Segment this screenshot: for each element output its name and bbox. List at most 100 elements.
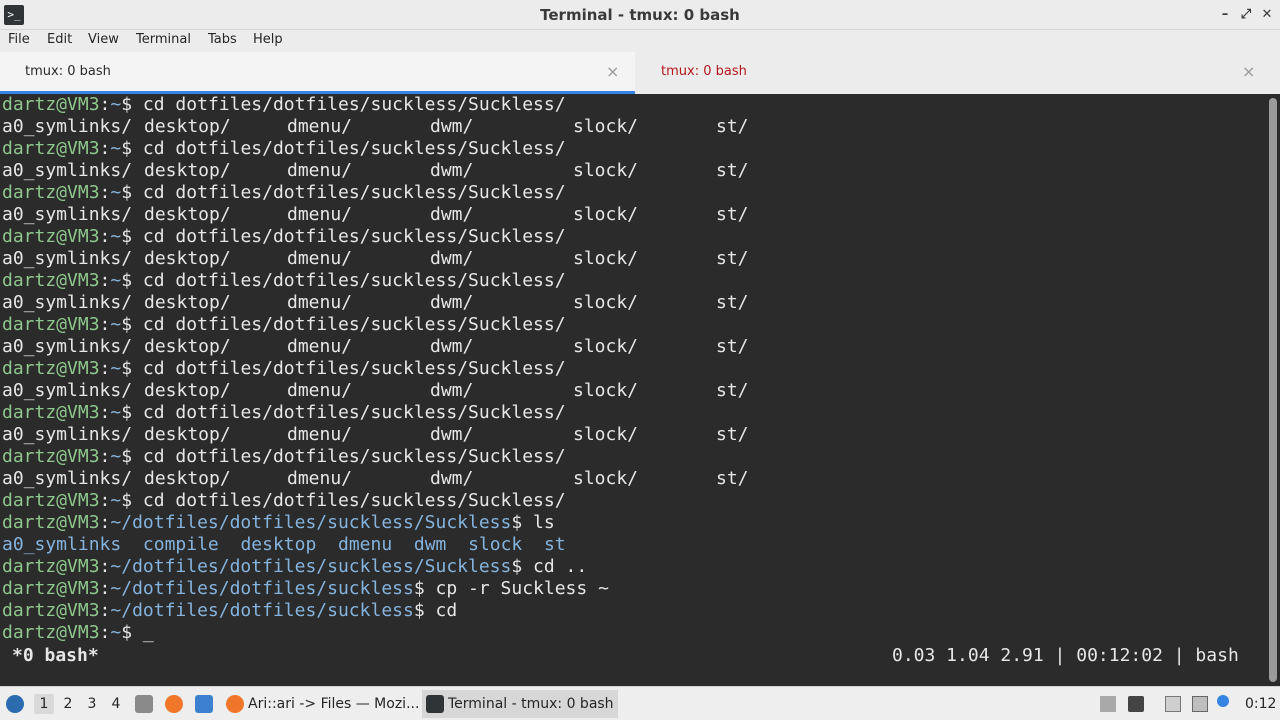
minimize-button[interactable]: – xyxy=(1214,0,1236,30)
completion-item: dwm/ xyxy=(430,424,474,445)
prompt-symbol: $ xyxy=(121,402,143,423)
command-text: cd dotfiles/dotfiles/suckless/Suckless/ xyxy=(142,182,566,203)
completion-output: a0_symlinks/desktop/dmenu/dwm/slock/st/ xyxy=(0,468,1266,490)
terminal-output[interactable]: dartz@VM3:~$ cd dotfiles/dotfiles/suckle… xyxy=(0,94,1266,686)
taskbar: 1 2 3 4 Ari::ari -> Files — Mozi... Term… xyxy=(0,686,1280,720)
prompt-user: dartz@VM3 xyxy=(2,512,100,533)
tab-2-label: tmux: 0 bash xyxy=(661,64,747,79)
completion-item: a0_symlinks/ xyxy=(2,424,133,445)
command-text: cd dotfiles/dotfiles/suckless/Suckless/ xyxy=(142,226,566,247)
task-terminal[interactable]: Terminal - tmux: 0 bash xyxy=(422,690,618,718)
completion-item: slock/ xyxy=(573,204,639,225)
menu-file[interactable]: File xyxy=(8,30,30,50)
ls-entry: dwm xyxy=(413,534,447,555)
close-button[interactable]: ✕ xyxy=(1256,0,1278,30)
completion-item: dmenu/ xyxy=(287,336,353,357)
prompt-line: dartz@VM3:~$ cd dotfiles/dotfiles/suckle… xyxy=(2,138,566,160)
prompt-line: dartz@VM3:~$ cd dotfiles/dotfiles/suckle… xyxy=(2,226,566,248)
completion-item: desktop/ xyxy=(144,116,231,137)
prompt-line: dartz@VM3:~$ cd dotfiles/dotfiles/suckle… xyxy=(2,314,566,336)
prompt-path: ~ xyxy=(110,182,122,203)
completion-item: dmenu/ xyxy=(287,292,353,313)
completion-item: dwm/ xyxy=(430,336,474,357)
task-firefox-label: Ari::ari -> Files — Mozi... xyxy=(248,696,420,712)
command-text: cp -r Suckless ~ xyxy=(435,578,609,599)
command-text: ls xyxy=(533,512,555,533)
prompt-separator: : xyxy=(99,578,111,599)
menu-view[interactable]: View xyxy=(88,30,119,50)
completion-item: dmenu/ xyxy=(287,468,353,489)
completion-item: dwm/ xyxy=(430,468,474,489)
prompt-path: ~ xyxy=(110,270,122,291)
tab-1[interactable]: tmux: 0 bash × xyxy=(0,52,635,94)
clock[interactable]: 0:12 xyxy=(1245,687,1276,720)
firefox-icon xyxy=(226,695,244,713)
prompt-line: dartz@VM3:~$ cd dotfiles/dotfiles/suckle… xyxy=(2,402,566,424)
tab-1-close-icon[interactable]: × xyxy=(606,52,619,92)
completion-item: desktop/ xyxy=(144,204,231,225)
workspace-1[interactable]: 1 xyxy=(34,694,54,714)
prompt-line: dartz@VM3:~$ cd dotfiles/dotfiles/suckle… xyxy=(2,94,566,116)
prompt-separator: : xyxy=(99,490,111,511)
prompt-path: ~ xyxy=(110,446,122,467)
workspace-4[interactable]: 4 xyxy=(106,694,126,714)
completion-item: slock/ xyxy=(573,248,639,269)
scrollbar-thumb[interactable] xyxy=(1269,98,1277,682)
completion-item: dmenu/ xyxy=(287,380,353,401)
completion-item: slock/ xyxy=(573,292,639,313)
completion-item: dmenu/ xyxy=(287,116,353,137)
command-text: _ xyxy=(142,622,154,643)
prompt-user: dartz@VM3 xyxy=(2,446,100,467)
workspace-3[interactable]: 3 xyxy=(82,694,102,714)
completion-item: a0_symlinks/ xyxy=(2,468,133,489)
completion-item: desktop/ xyxy=(144,380,231,401)
notification-icon[interactable] xyxy=(1217,695,1229,707)
completion-item: st/ xyxy=(716,116,749,137)
menu-tabs[interactable]: Tabs xyxy=(208,30,237,50)
completion-item: st/ xyxy=(716,204,749,225)
start-menu-icon[interactable] xyxy=(6,695,24,713)
completion-output: a0_symlinks/desktop/dmenu/dwm/slock/st/ xyxy=(0,204,1266,226)
completion-item: desktop/ xyxy=(144,468,231,489)
ls-output: a0_symlinks compile desktop dmenu dwm sl… xyxy=(2,534,566,556)
tab-2-close-icon[interactable]: × xyxy=(1242,52,1255,92)
prompt-path: ~ xyxy=(110,138,122,159)
prompt-line: dartz@VM3:~$ cd dotfiles/dotfiles/suckle… xyxy=(2,182,566,204)
prompt-separator: : xyxy=(99,226,111,247)
command-text: cd .. xyxy=(533,556,588,577)
completion-output: a0_symlinks/desktop/dmenu/dwm/slock/st/ xyxy=(0,292,1266,314)
prompt-line: dartz@VM3:~$ cd dotfiles/dotfiles/suckle… xyxy=(2,446,566,468)
network-icon[interactable] xyxy=(1192,696,1208,712)
prompt-path: ~ xyxy=(110,490,122,511)
show-desktop-icon[interactable] xyxy=(195,695,213,713)
completion-item: dwm/ xyxy=(430,248,474,269)
workspace-2[interactable]: 2 xyxy=(58,694,78,714)
prompt-user: dartz@VM3 xyxy=(2,402,100,423)
tab-2[interactable]: tmux: 0 bash × xyxy=(635,52,1280,94)
completion-item: slock/ xyxy=(573,160,639,181)
menu-help[interactable]: Help xyxy=(253,30,283,50)
completion-item: st/ xyxy=(716,160,749,181)
file-manager-icon[interactable] xyxy=(135,695,153,713)
task-firefox[interactable]: Ari::ari -> Files — Mozi... xyxy=(222,690,422,718)
volume-icon[interactable] xyxy=(1128,696,1144,712)
prompt-user: dartz@VM3 xyxy=(2,622,100,643)
prompt-symbol: $ xyxy=(121,94,143,115)
menu-terminal[interactable]: Terminal xyxy=(136,30,191,50)
firefox-launcher-icon[interactable] xyxy=(165,695,183,713)
completion-item: dwm/ xyxy=(430,292,474,313)
maximize-button[interactable]: ⤢ xyxy=(1235,0,1257,30)
tray-eject-icon[interactable] xyxy=(1100,696,1116,712)
completion-item: slock/ xyxy=(573,336,639,357)
ls-entry: desktop xyxy=(240,534,317,555)
terminal-icon xyxy=(426,695,444,713)
terminal-scrollbar[interactable] xyxy=(1266,94,1280,686)
prompt-path: ~ xyxy=(110,402,122,423)
prompt-user: dartz@VM3 xyxy=(2,556,100,577)
completion-output: a0_symlinks/desktop/dmenu/dwm/slock/st/ xyxy=(0,160,1266,182)
prompt-user: dartz@VM3 xyxy=(2,578,100,599)
menu-edit[interactable]: Edit xyxy=(47,30,72,50)
clipboard-icon[interactable] xyxy=(1165,696,1181,712)
prompt-separator: : xyxy=(99,138,111,159)
prompt-user: dartz@VM3 xyxy=(2,270,100,291)
